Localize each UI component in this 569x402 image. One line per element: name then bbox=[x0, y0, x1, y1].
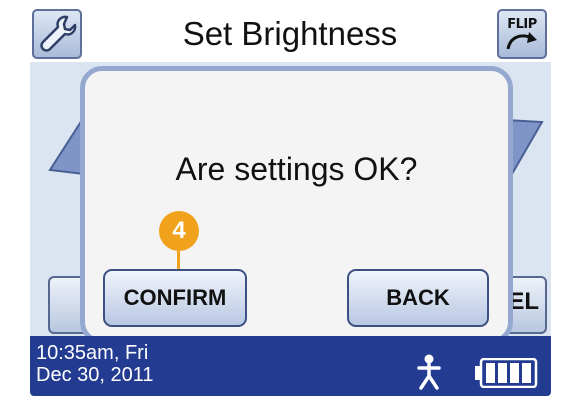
header-bar: Set Brightness FLIP bbox=[30, 6, 551, 68]
battery-icon bbox=[475, 358, 538, 388]
settings-button[interactable] bbox=[32, 9, 82, 59]
time-line: 10:35am, Fri bbox=[36, 342, 149, 364]
page-title: Set Brightness bbox=[182, 15, 398, 52]
back-button[interactable]: BACK bbox=[347, 269, 489, 327]
person-icon bbox=[417, 354, 441, 390]
confirm-button[interactable]: CONFIRM bbox=[103, 269, 247, 327]
dialog-question: Are settings OK? bbox=[175, 151, 418, 187]
status-bar: 10:35am, Fri Dec 30, 2011 bbox=[30, 336, 551, 396]
flip-button[interactable]: FLIP bbox=[497, 9, 547, 59]
confirm-dialog: Are settings OK? 4 CONFIRM BACK bbox=[80, 66, 513, 344]
datetime: 10:35am, Fri Dec 30, 2011 bbox=[36, 342, 154, 386]
callout-pointer bbox=[177, 249, 180, 271]
wrench-icon bbox=[40, 15, 77, 52]
step-callout: 4 bbox=[159, 211, 199, 251]
flip-arrow-icon bbox=[506, 32, 537, 50]
date-line: Dec 30, 2011 bbox=[36, 364, 154, 386]
device-screen: Set Brightness FLIP EL Are settings OK? … bbox=[30, 6, 551, 396]
